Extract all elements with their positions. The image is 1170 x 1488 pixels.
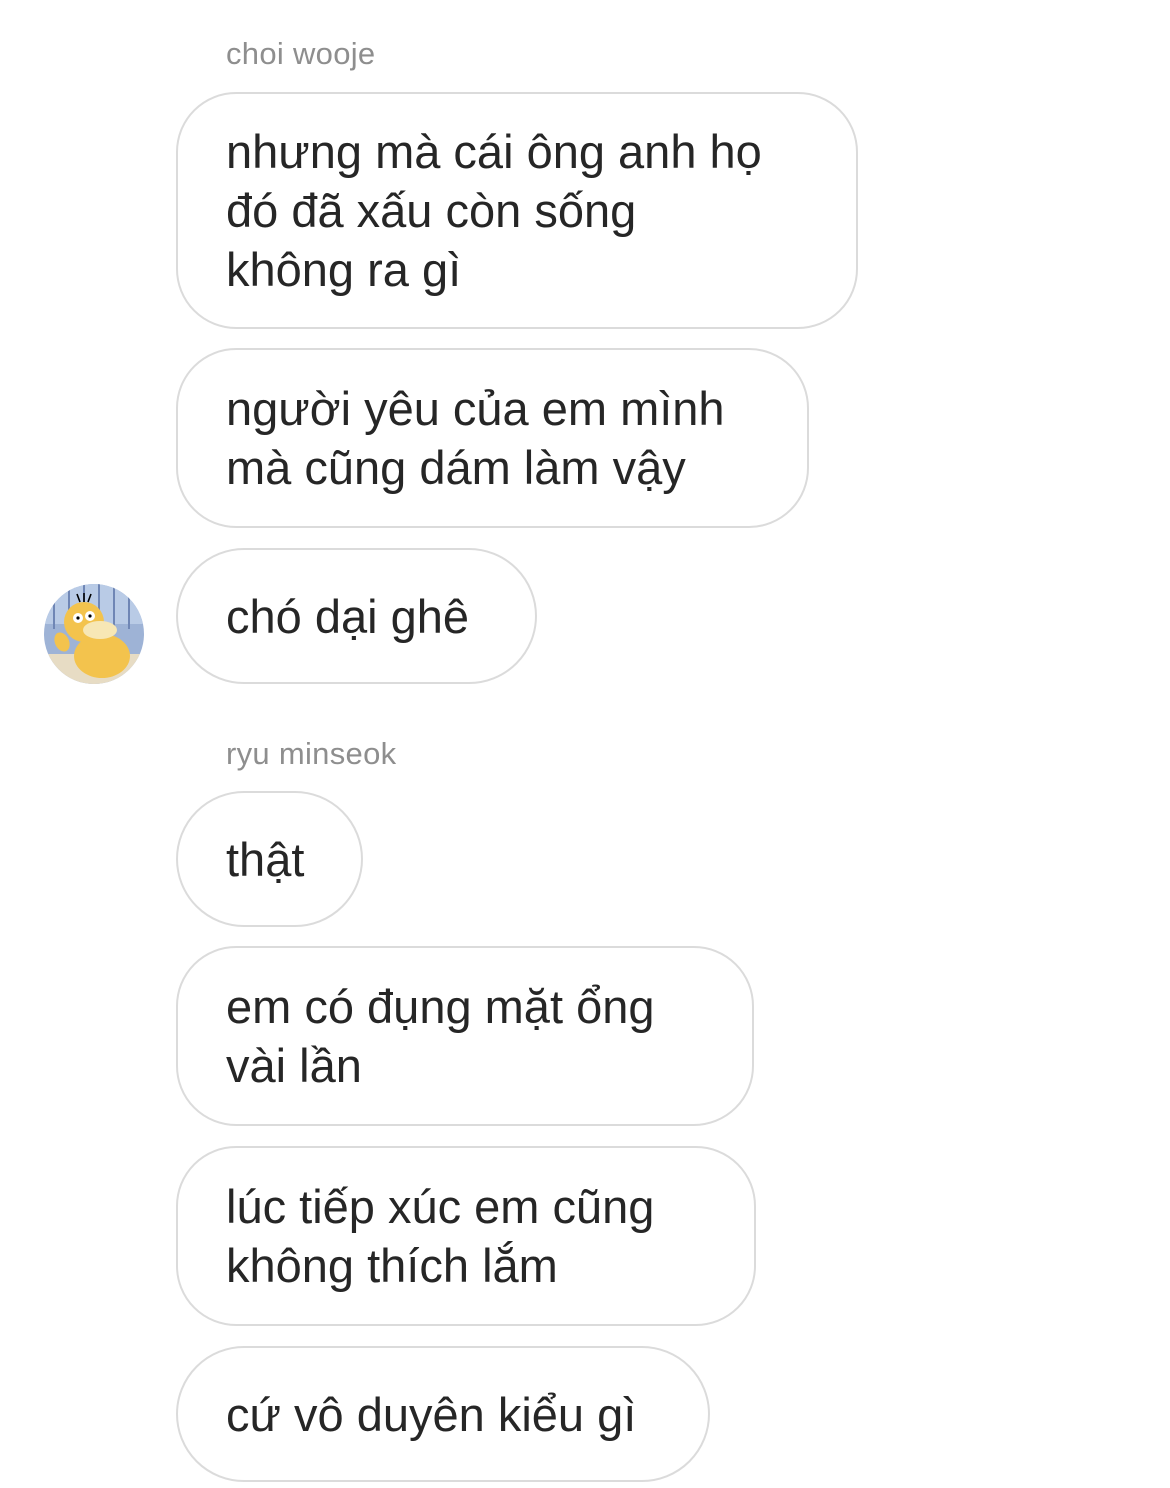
message-bubble[interactable]: thật: [176, 791, 363, 927]
sender-name: ryu minseok: [226, 736, 397, 771]
message-text: nhưng mà cái ông anh họ đó đã xấu còn số…: [226, 125, 762, 296]
message-text: chó dại ghê: [226, 589, 470, 643]
message-bubble[interactable]: người yêu của em mình mà cũng dám làm vậ…: [176, 348, 809, 528]
message-text: người yêu của em mình mà cũng dám làm vậ…: [226, 382, 725, 494]
message-text: lúc tiếp xúc em cũng không thích lắm: [226, 1180, 655, 1292]
sender-name: choi wooje: [226, 36, 376, 71]
message-bubble[interactable]: cứ vô duyên kiểu gì: [176, 1346, 710, 1482]
psyduck-avatar-icon[interactable]: [44, 584, 144, 684]
message-bubble[interactable]: nhưng mà cái ông anh họ đó đã xấu còn số…: [176, 92, 858, 329]
message-text: cứ vô duyên kiểu gì: [226, 1387, 637, 1441]
message-text: thật: [226, 832, 305, 886]
message-bubble[interactable]: lúc tiếp xúc em cũng không thích lắm: [176, 1146, 756, 1326]
message-text: em có đụng mặt ổng vài lần: [226, 980, 655, 1092]
message-bubble[interactable]: em có đụng mặt ổng vài lần: [176, 946, 754, 1126]
message-bubble[interactable]: chó dại ghê: [176, 548, 537, 684]
